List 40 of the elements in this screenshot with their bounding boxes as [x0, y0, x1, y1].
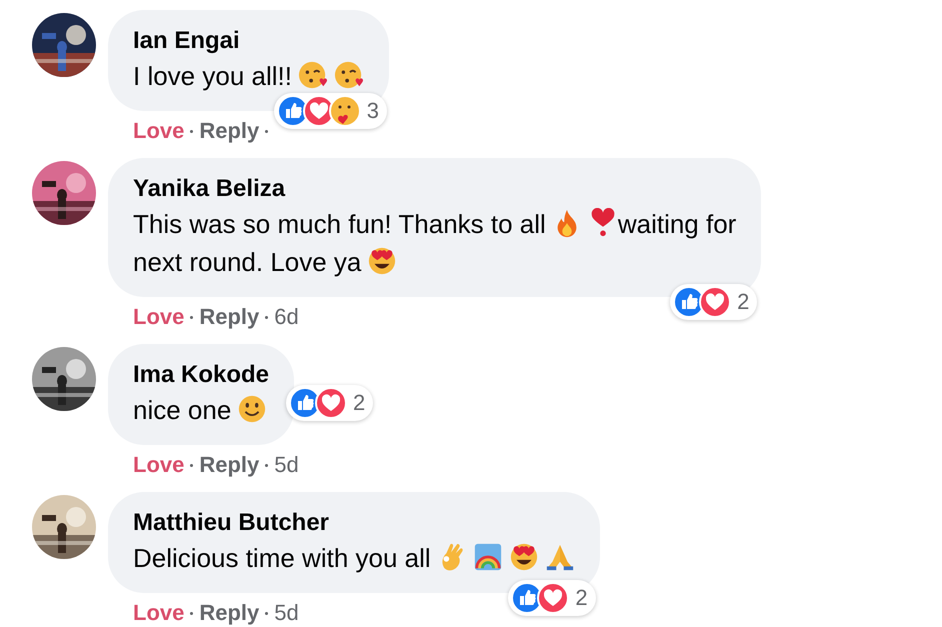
rainbow-emoji-icon [472, 542, 503, 572]
author-name[interactable]: Ima Kokode [133, 359, 270, 391]
separator-dot-icon [190, 612, 194, 614]
timestamp[interactable]: 6d [274, 304, 299, 330]
kiss-emoji-icon [298, 60, 328, 90]
timestamp[interactable]: 5d [274, 452, 299, 478]
heart-eyes-emoji-icon [367, 246, 398, 276]
separator-dot-icon [265, 316, 268, 318]
comment-text: I love you all!! [133, 61, 292, 91]
author-name[interactable]: Matthieu Butcher [133, 507, 575, 539]
reaction-summary[interactable]: 3 [274, 93, 387, 129]
separator-dot-icon [190, 464, 194, 466]
comment-text: next round. Love ya [133, 247, 362, 277]
hugging-face-icon [328, 95, 361, 127]
love-link[interactable]: Love [133, 304, 184, 330]
comment-text: nice one [133, 395, 232, 425]
reply-link[interactable]: Reply [199, 118, 260, 144]
reply-link[interactable]: Reply [199, 600, 260, 626]
author-name[interactable]: Yanika Beliza [133, 173, 736, 205]
reaction-summary[interactable]: 2 [508, 580, 596, 616]
separator-dot-icon [190, 316, 194, 318]
timestamp[interactable]: 5d [274, 600, 299, 626]
separator-dot-icon [265, 612, 268, 614]
love-link[interactable]: Love [133, 600, 184, 626]
comment-text: This was so much fun! Thanks to all [133, 209, 546, 239]
separator-dot-icon [190, 130, 194, 132]
separator-dot-icon [265, 464, 268, 466]
reply-link[interactable]: Reply [199, 304, 260, 330]
comment-text: Delicious time with you all [133, 543, 431, 573]
reaction-summary[interactable]: 2 [286, 384, 374, 420]
reaction-summary[interactable]: 2 [670, 284, 758, 320]
heart-eyes-emoji-icon [508, 542, 539, 572]
smile-emoji-icon [237, 394, 268, 424]
kiss-emoji-icon [334, 60, 364, 90]
comment-text: waiting for [618, 209, 736, 239]
separator-dot-icon [265, 130, 268, 132]
author-name[interactable]: Ian Engai [133, 25, 364, 57]
love-link[interactable]: Love [133, 452, 184, 478]
love-link[interactable]: Love [133, 118, 184, 144]
reply-link[interactable]: Reply [199, 452, 260, 478]
